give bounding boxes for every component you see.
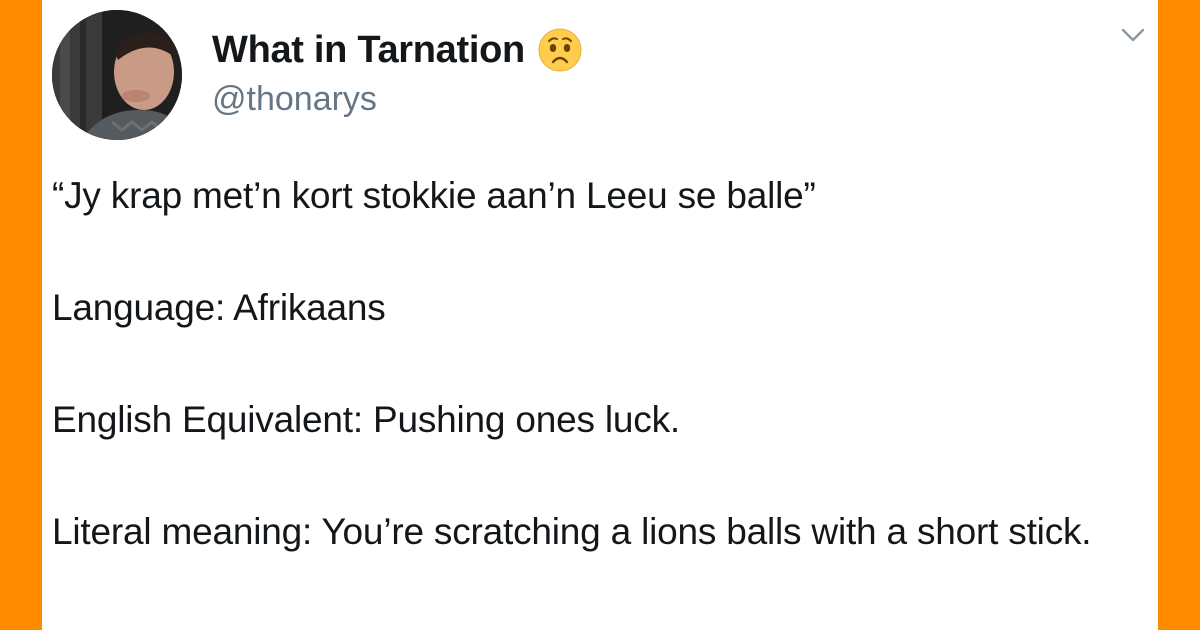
orange-frame: What in Tarnation @thonarys “Jy krap met…	[0, 0, 1200, 630]
display-name-row: What in Tarnation	[212, 24, 583, 76]
avatar-photo	[52, 10, 182, 140]
tweet-card: What in Tarnation @thonarys “Jy krap met…	[42, 0, 1158, 630]
user-handle[interactable]: @thonarys	[212, 80, 377, 119]
tweet-line-english-equivalent: English Equivalent: Pushing ones luck.	[52, 399, 680, 440]
chevron-down-icon[interactable]	[1120, 26, 1146, 44]
tweet-line-literal-meaning: Literal meaning: You’re scratching a lio…	[52, 511, 1092, 552]
tweet-line-quote: “Jy krap met’n kort stokkie aan’n Leeu s…	[52, 175, 816, 216]
display-name[interactable]: What in Tarnation	[212, 29, 525, 72]
tweet-text: “Jy krap met’n kort stokkie aan’n Leeu s…	[52, 168, 1148, 560]
worried-face-emoji-icon	[538, 28, 582, 72]
avatar[interactable]	[52, 10, 182, 140]
tweet-line-language: Language: Afrikaans	[52, 287, 386, 328]
